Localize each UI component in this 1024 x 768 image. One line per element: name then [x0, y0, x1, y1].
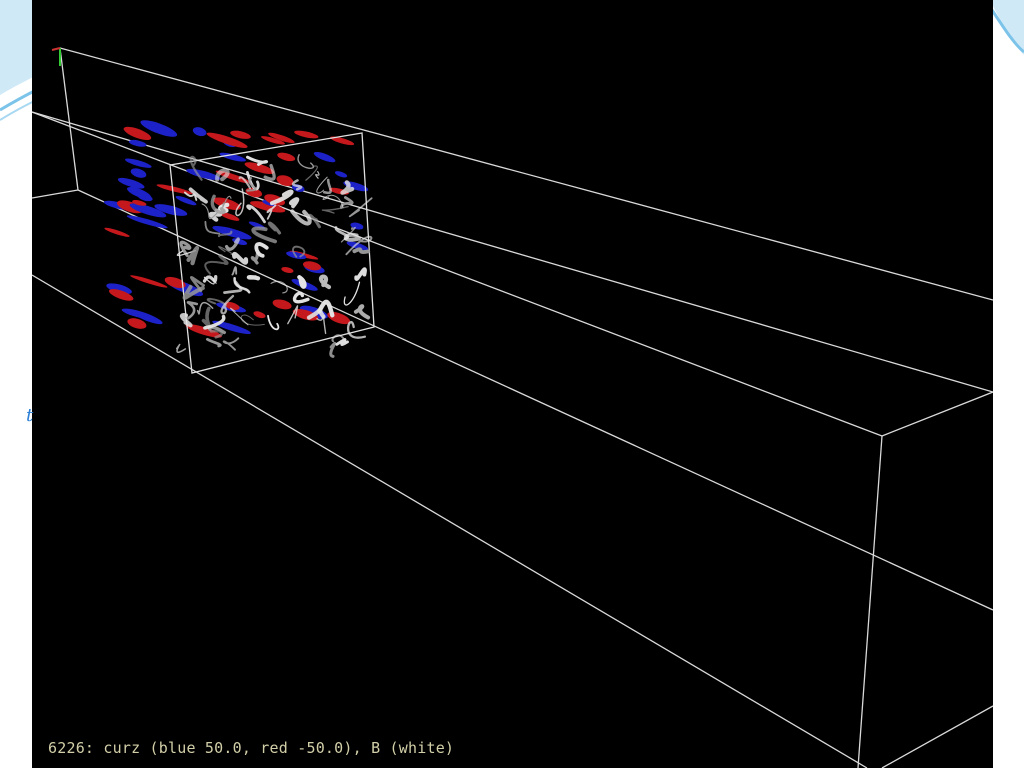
visualization-viewport[interactable]: 6226: curz (blue 50.0, red -50.0), B (wh… [32, 0, 993, 768]
current-blob [334, 171, 348, 178]
field-line [201, 306, 211, 328]
current-blob [192, 127, 207, 137]
field-line [267, 314, 280, 331]
field-line [254, 242, 269, 258]
field-line [222, 337, 240, 351]
field-line [329, 341, 337, 358]
field-line [348, 197, 373, 218]
domain-wireframe [32, 47, 993, 768]
axis-indicator-icon [51, 47, 61, 66]
field-line [290, 209, 312, 226]
slide-text-fragment: t [26, 405, 34, 426]
field-line [206, 337, 222, 348]
slide: 6226: curz (blue 50.0, red -50.0), B (wh… [0, 0, 1024, 768]
current-blob [125, 158, 152, 168]
field-line [288, 197, 300, 209]
field-line [204, 260, 225, 275]
current-blob [276, 175, 294, 186]
field-line [235, 188, 245, 217]
magnetic-field-lines [175, 154, 373, 358]
current-blob [130, 168, 147, 178]
field-line [321, 205, 349, 214]
field-line [353, 304, 371, 320]
current-blob [277, 152, 296, 162]
field-line [354, 267, 367, 281]
field-line [315, 171, 320, 179]
field-line [246, 275, 261, 281]
current-blob [253, 311, 266, 319]
field-line [267, 221, 282, 235]
field-line [343, 232, 361, 242]
current-blob [281, 267, 294, 273]
field-line [250, 251, 260, 265]
field-line [186, 301, 199, 320]
field-line [270, 280, 288, 294]
scene-3d [32, 47, 993, 768]
field-line [316, 176, 328, 194]
frame-caption: 6226: curz (blue 50.0, red -50.0), B (wh… [48, 739, 455, 757]
current-blob [104, 227, 130, 237]
current-blob [294, 130, 319, 139]
field-line [322, 194, 344, 208]
field-line [297, 275, 307, 289]
current-blob [272, 299, 292, 310]
field-line [231, 266, 238, 276]
field-line [186, 245, 200, 266]
field-line [175, 343, 187, 354]
field-line [323, 178, 332, 195]
current-blob [175, 195, 197, 206]
field-line [318, 274, 332, 290]
current-blob [128, 139, 147, 147]
field-line [232, 252, 249, 265]
current-blob [313, 151, 336, 163]
field-line [251, 226, 277, 244]
current-blob [130, 275, 168, 288]
field-line [335, 338, 349, 346]
field-line [297, 154, 315, 169]
field-line [343, 281, 361, 306]
